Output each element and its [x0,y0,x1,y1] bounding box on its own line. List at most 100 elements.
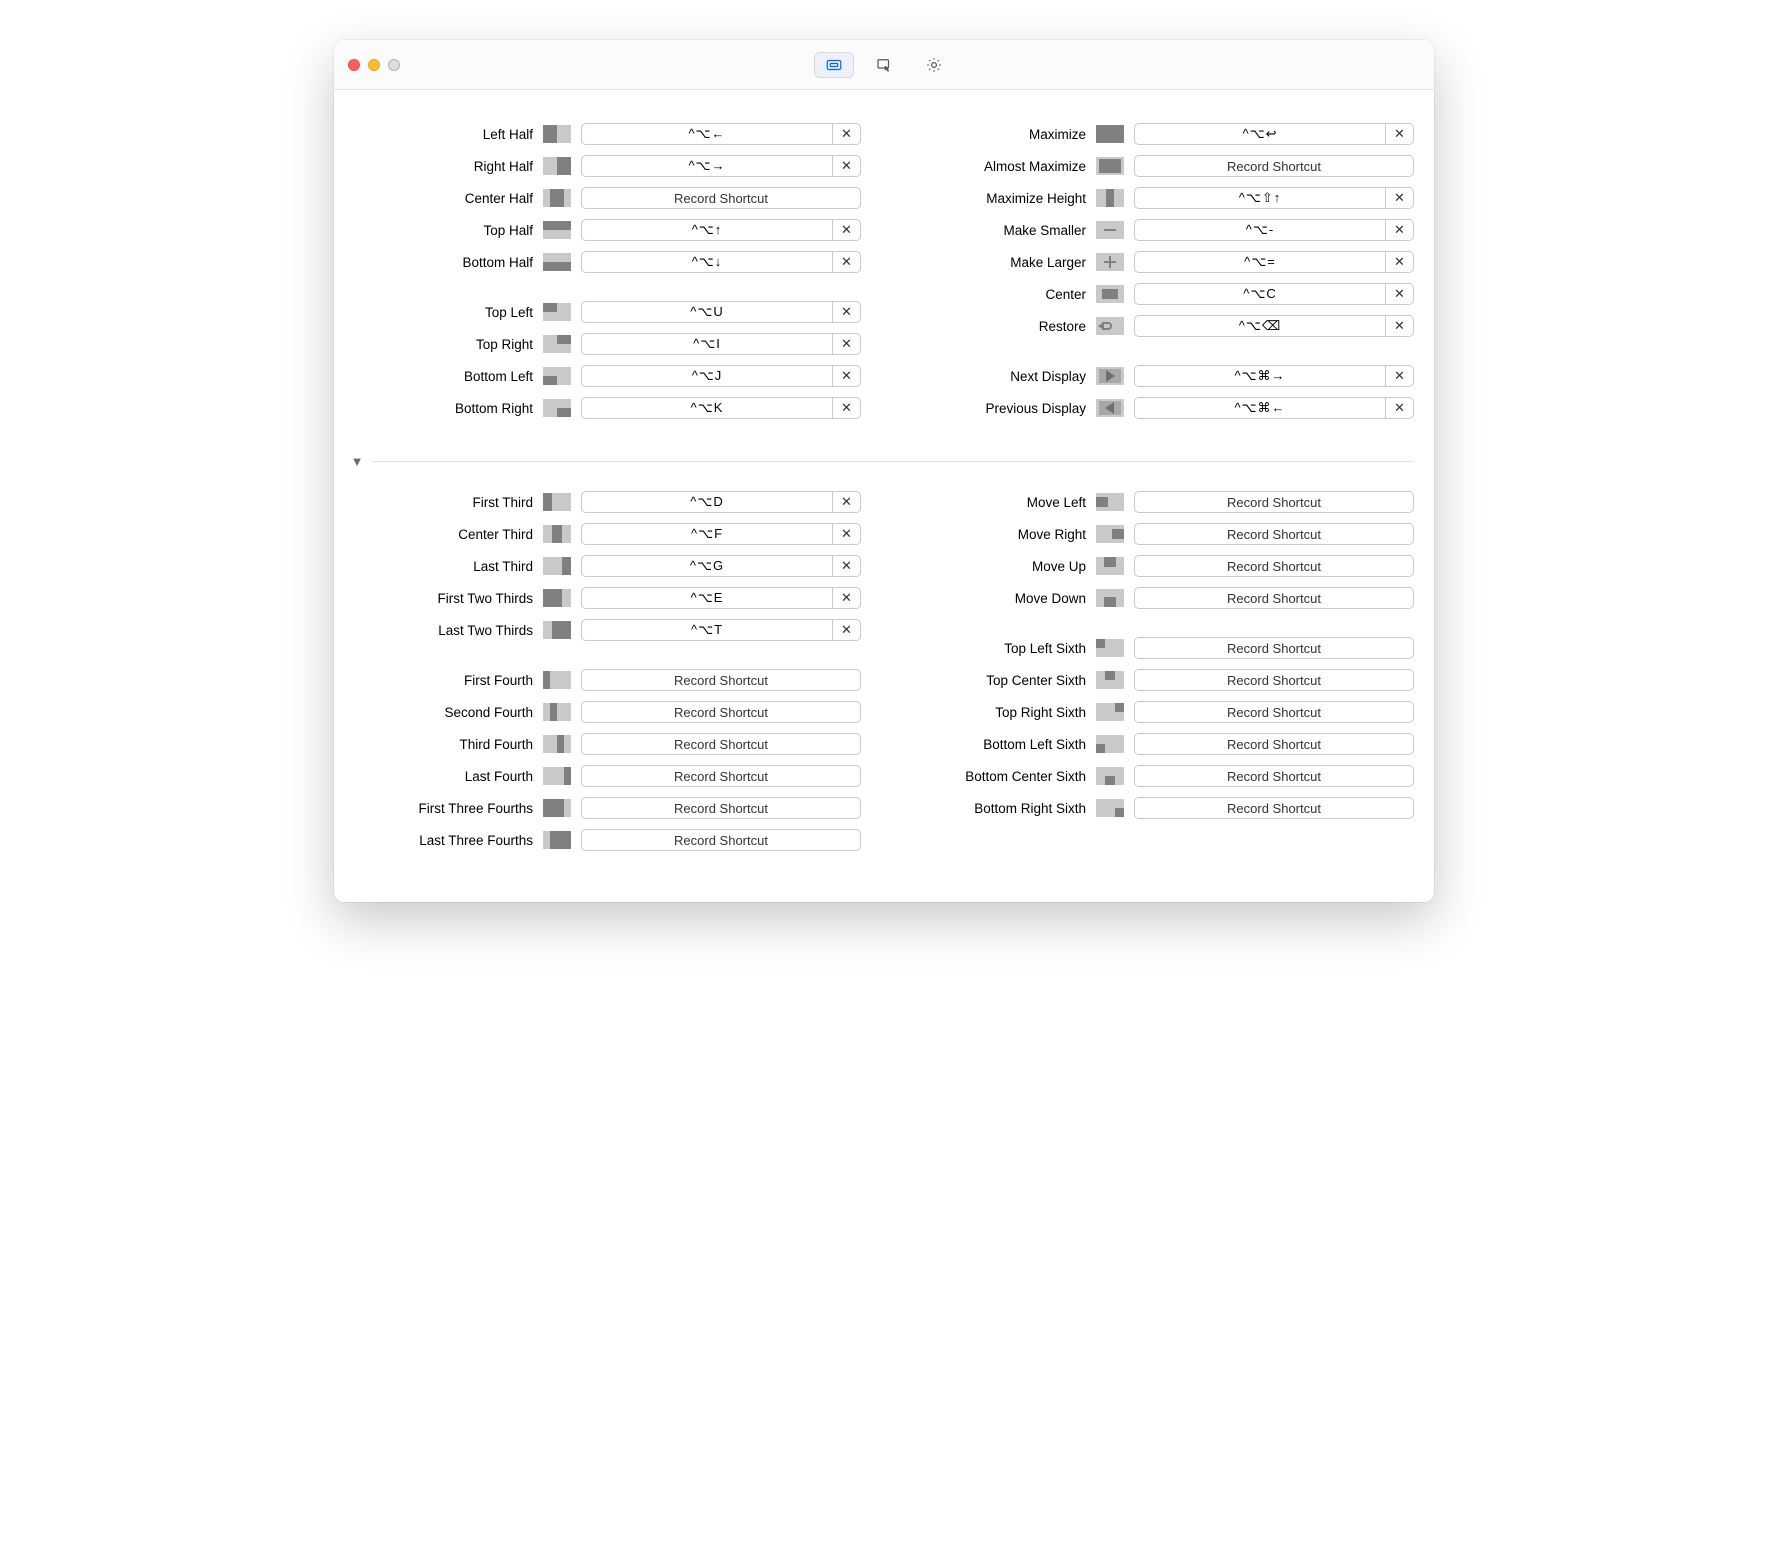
shortcut-recorder-first-third[interactable]: ^⌥D✕ [581,491,861,513]
shortcut-value: Record Shortcut [1135,798,1413,818]
cursor-window-icon [875,56,893,74]
br-glyph-icon [543,399,571,417]
shortcut-recorder-top-half[interactable]: ^⌥↑✕ [581,219,861,241]
shortcut-recorder-last-fourth[interactable]: Record Shortcut [581,765,861,787]
shortcut-recorder-maximize-height[interactable]: ^⌥⇧↑✕ [1134,187,1414,209]
clear-shortcut-button[interactable]: ✕ [1385,252,1413,272]
centerbox-glyph-icon [1096,285,1124,303]
clear-shortcut-button[interactable]: ✕ [832,124,860,144]
shortcut-row-bottom-center-sixth: Bottom Center SixthRecord Shortcut [921,760,1414,792]
bl-glyph-icon [543,367,571,385]
shortcut-label: First Fourth [368,673,533,688]
shortcut-row-maximize-height: Maximize Height^⌥⇧↑✕ [921,182,1414,214]
shortcut-recorder-third-fourth[interactable]: Record Shortcut [581,733,861,755]
shortcut-recorder-top-right[interactable]: ^⌥I✕ [581,333,861,355]
shortcut-recorder-move-right[interactable]: Record Shortcut [1134,523,1414,545]
clear-shortcut-button[interactable]: ✕ [1385,398,1413,418]
shortcut-label: Center Third [368,527,533,542]
clear-shortcut-button[interactable]: ✕ [832,334,860,354]
clear-shortcut-button[interactable]: ✕ [832,588,860,608]
shortcut-label: Move Down [921,591,1086,606]
shortcut-recorder-first-three-fourths[interactable]: Record Shortcut [581,797,861,819]
shortcut-recorder-bottom-center-sixth[interactable]: Record Shortcut [1134,765,1414,787]
shortcut-row-last-fourth: Last FourthRecord Shortcut [368,760,861,792]
shortcut-recorder-top-right-sixth[interactable]: Record Shortcut [1134,701,1414,723]
shortcut-recorder-bottom-half[interactable]: ^⌥↓✕ [581,251,861,273]
clear-shortcut-button[interactable]: ✕ [832,620,860,640]
clear-shortcut-button[interactable]: ✕ [1385,220,1413,240]
clear-shortcut-button[interactable]: ✕ [1385,316,1413,336]
toolbar-tab-shortcuts[interactable] [814,52,854,78]
clear-shortcut-button[interactable]: ✕ [832,220,860,240]
clear-shortcut-button[interactable]: ✕ [1385,124,1413,144]
shortcut-recorder-left-half[interactable]: ^⌥←✕ [581,123,861,145]
shortcut-recorder-center-third[interactable]: ^⌥F✕ [581,523,861,545]
clear-shortcut-button[interactable]: ✕ [832,252,860,272]
s-bc-glyph-icon [1096,767,1124,785]
shortcut-recorder-bottom-right[interactable]: ^⌥K✕ [581,397,861,419]
shortcut-row-second-fourth: Second FourthRecord Shortcut [368,696,861,728]
shortcut-recorder-make-larger[interactable]: ^⌥=✕ [1134,251,1414,273]
shortcut-value: Record Shortcut [582,702,860,722]
shortcut-recorder-top-center-sixth[interactable]: Record Shortcut [1134,669,1414,691]
shortcut-row-first-third: First Third^⌥D✕ [368,486,861,518]
shortcut-recorder-top-left[interactable]: ^⌥U✕ [581,301,861,323]
shortcut-recorder-center-half[interactable]: Record Shortcut [581,187,861,209]
clear-shortcut-button[interactable]: ✕ [832,302,860,322]
disclosure-toggle[interactable]: ▼ [348,452,366,470]
shortcut-recorder-almost-maximize[interactable]: Record Shortcut [1134,155,1414,177]
shortcut-recorder-bottom-left-sixth[interactable]: Record Shortcut [1134,733,1414,755]
clear-shortcut-button[interactable]: ✕ [1385,284,1413,304]
shortcut-row-first-two-thirds: First Two Thirds^⌥E✕ [368,582,861,614]
shortcut-recorder-bottom-right-sixth[interactable]: Record Shortcut [1134,797,1414,819]
shortcut-label: Move Right [921,527,1086,542]
clear-shortcut-button[interactable]: ✕ [832,492,860,512]
shortcut-value: Record Shortcut [1135,588,1413,608]
shortcut-recorder-first-fourth[interactable]: Record Shortcut [581,669,861,691]
shortcut-recorder-restore[interactable]: ^⌥⌫✕ [1134,315,1414,337]
shortcut-recorder-bottom-left[interactable]: ^⌥J✕ [581,365,861,387]
shortcut-recorder-move-left[interactable]: Record Shortcut [1134,491,1414,513]
shortcut-value: ^⌥D [582,492,832,512]
clear-shortcut-button[interactable]: ✕ [832,156,860,176]
shortcut-recorder-center[interactable]: ^⌥C✕ [1134,283,1414,305]
shortcut-recorder-previous-display[interactable]: ^⌥⌘←✕ [1134,397,1414,419]
shortcut-recorder-second-fourth[interactable]: Record Shortcut [581,701,861,723]
shortcut-recorder-next-display[interactable]: ^⌥⌘→✕ [1134,365,1414,387]
shortcut-row-bottom-half: Bottom Half^⌥↓✕ [368,246,861,278]
shortcut-value: ^⌥J [582,366,832,386]
shortcut-recorder-first-two-thirds[interactable]: ^⌥E✕ [581,587,861,609]
shortcut-recorder-right-half[interactable]: ^⌥→✕ [581,155,861,177]
close-window-button[interactable] [348,59,360,71]
shortcut-label: Top Right Sixth [921,705,1086,720]
clear-shortcut-button[interactable]: ✕ [832,366,860,386]
clear-shortcut-button[interactable]: ✕ [1385,366,1413,386]
clear-shortcut-button[interactable]: ✕ [832,556,860,576]
shortcut-recorder-move-up[interactable]: Record Shortcut [1134,555,1414,577]
minimize-window-button[interactable] [368,59,380,71]
toolbar-tab-snap[interactable] [864,52,904,78]
bh-glyph-icon [543,253,571,271]
shortcut-recorder-make-smaller[interactable]: ^⌥-✕ [1134,219,1414,241]
shortcut-recorder-last-two-thirds[interactable]: ^⌥T✕ [581,619,861,641]
shortcut-value: Record Shortcut [1135,492,1413,512]
shortcut-row-top-left: Top Left^⌥U✕ [368,296,861,328]
shortcut-row-bottom-right: Bottom Right^⌥K✕ [368,392,861,424]
gear-icon [925,56,943,74]
shortcut-row-top-left-sixth: Top Left SixthRecord Shortcut [921,632,1414,664]
clear-shortcut-button[interactable]: ✕ [832,524,860,544]
shortcut-recorder-move-down[interactable]: Record Shortcut [1134,587,1414,609]
toolbar-tab-settings[interactable] [914,52,954,78]
shortcut-value: ^⌥C [1135,284,1385,304]
clear-shortcut-button[interactable]: ✕ [832,398,860,418]
shortcut-row-center-half: Center HalfRecord Shortcut [368,182,861,214]
shortcut-label: Top Center Sixth [921,673,1086,688]
shortcut-value: ^⌥K [582,398,832,418]
clear-shortcut-button[interactable]: ✕ [1385,188,1413,208]
shortcut-recorder-maximize[interactable]: ^⌥↩✕ [1134,123,1414,145]
shortcut-recorder-top-left-sixth[interactable]: Record Shortcut [1134,637,1414,659]
shortcut-recorder-last-third[interactable]: ^⌥G✕ [581,555,861,577]
zoom-window-button[interactable] [388,59,400,71]
minus-glyph-icon [1096,221,1124,239]
shortcut-recorder-last-three-fourths[interactable]: Record Shortcut [581,829,861,851]
